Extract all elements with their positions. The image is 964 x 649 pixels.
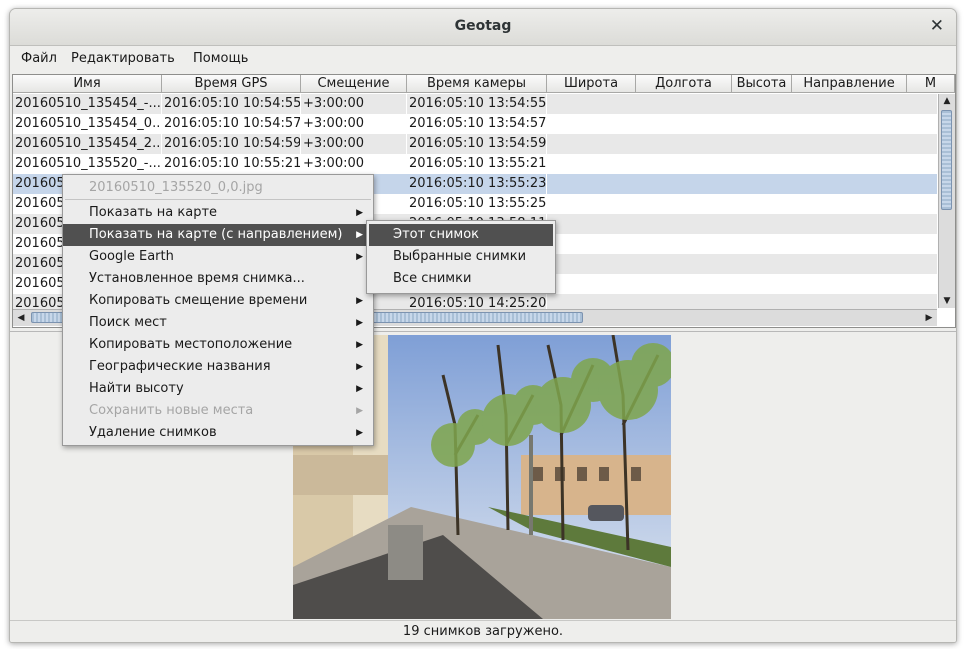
submenu-item-this-photo[interactable]: Этот снимок <box>369 224 553 246</box>
menu-item-label: Сохранить новые места <box>89 403 254 418</box>
cell-name: 20160510_135454_2... <box>13 134 162 154</box>
column-header-latitude[interactable]: Широта <box>547 75 636 93</box>
cell-gps-time: 2016:05:10 10:54:57 <box>162 114 301 134</box>
menu-item-show-on-map-direction[interactable]: Показать на карте (с направлением) ▶ <box>63 224 373 246</box>
menu-edit[interactable]: Редактировать <box>71 51 175 66</box>
column-header-altitude[interactable]: Высота <box>732 75 792 93</box>
submenu-item-selected-photos[interactable]: Выбранные снимки <box>369 246 553 268</box>
cell-name: 20160510_135454_0... <box>13 114 162 134</box>
cell-camera-time: 2016:05:10 13:54:59 <box>407 134 547 154</box>
window-title: Geotag <box>454 18 512 34</box>
menu-item-label: Установленное время снимка... <box>89 271 305 286</box>
menu-item-show-on-map[interactable]: Показать на карте ▶ <box>63 202 373 224</box>
status-bar: 19 снимков загружено. <box>10 620 956 642</box>
triangle-right-icon: ▶ <box>356 318 363 328</box>
cell-camera-time: 2016:05:10 14:25:20 <box>407 294 547 309</box>
table-row[interactable]: 20160510_135454_0... 2016:05:10 10:54:57… <box>13 114 937 134</box>
menu-item-geographic-names[interactable]: Географические названия ▶ <box>63 356 373 378</box>
cell-gps-time: 2016:05:10 10:54:59 <box>162 134 301 154</box>
menu-item-label: Удаление снимков <box>89 425 217 440</box>
menu-item-label: Показать на карте (с направлением) <box>89 227 343 242</box>
column-header-longitude[interactable]: Долгота <box>636 75 732 93</box>
cell-camera-time: 2016:05:10 13:55:25 <box>407 194 547 214</box>
cell-offset: +3:00:00 <box>301 134 407 154</box>
triangle-right-icon: ▶ <box>356 230 363 240</box>
column-header-gps-time[interactable]: Время GPS <box>162 75 301 93</box>
column-header-direction[interactable]: Направление <box>792 75 907 93</box>
triangle-right-icon: ▶ <box>356 362 363 372</box>
cell-name: 20160510_135454_-... <box>13 94 162 114</box>
triangle-right-icon: ▶ <box>356 208 363 218</box>
column-header-more[interactable]: М <box>907 75 955 93</box>
menu-item-search-places[interactable]: Поиск мест ▶ <box>63 312 373 334</box>
menu-item-save-new-places: Сохранить новые места ▶ <box>63 400 373 422</box>
vertical-scroll-thumb[interactable] <box>941 110 952 210</box>
triangle-right-icon: ▶ <box>356 406 363 416</box>
menu-item-copy-time-offset[interactable]: Копировать смещение времени ▶ <box>63 290 373 312</box>
cell-camera-time: 2016:05:10 13:55:21 <box>407 154 547 174</box>
triangle-left-icon[interactable]: ◀ <box>13 310 29 326</box>
table-row[interactable]: 20160510_135520_-... 2016:05:10 10:55:21… <box>13 154 937 174</box>
column-header-name[interactable]: Имя <box>13 75 162 93</box>
menu-item-set-photo-time[interactable]: Установленное время снимка... <box>63 268 373 290</box>
menu-item-find-altitude[interactable]: Найти высоту ▶ <box>63 378 373 400</box>
menu-item-label: Копировать смещение времени <box>89 293 308 308</box>
menu-item-delete-photos[interactable]: Удаление снимков ▶ <box>63 422 373 444</box>
menu-item-copy-location[interactable]: Копировать местоположение ▶ <box>63 334 373 356</box>
cell-gps-time: 2016:05:10 10:54:55 <box>162 94 301 114</box>
cell-offset: +3:00:00 <box>301 154 407 174</box>
menu-item-label: Поиск мест <box>89 315 167 330</box>
context-menu-header: 20160510_135520_0,0.jpg <box>89 180 263 195</box>
cell-gps-time: 2016:05:10 10:55:21 <box>162 154 301 174</box>
triangle-right-icon: ▶ <box>356 340 363 350</box>
menu-item-label: Найти высоту <box>89 381 184 396</box>
vertical-scrollbar[interactable]: ▲ ▼ <box>938 94 955 308</box>
cell-camera-time: 2016:05:10 13:54:57 <box>407 114 547 134</box>
cell-name: 20160510_135520_-... <box>13 154 162 174</box>
title-bar[interactable]: Geotag ✕ <box>10 9 956 46</box>
submenu: Этот снимок Выбранные снимки Все снимки <box>366 220 556 294</box>
triangle-right-icon[interactable]: ▶ <box>921 310 937 326</box>
context-menu: 20160510_135520_0,0.jpg Показать на карт… <box>62 174 374 446</box>
menu-item-label: Google Earth <box>89 249 174 264</box>
menu-help[interactable]: Помощь <box>193 51 248 66</box>
menu-file[interactable]: Файл <box>21 51 57 66</box>
menu-separator <box>65 199 371 200</box>
menu-item-label: Географические названия <box>89 359 271 374</box>
cell-camera-time: 2016:05:10 13:54:55 <box>407 94 547 114</box>
menu-item-google-earth[interactable]: Google Earth ▶ <box>63 246 373 268</box>
column-header-camera-time[interactable]: Время камеры <box>407 75 547 93</box>
column-header-offset[interactable]: Смещение <box>301 75 407 93</box>
triangle-right-icon: ▶ <box>356 384 363 394</box>
cell-offset: +3:00:00 <box>301 94 407 114</box>
triangle-right-icon: ▶ <box>356 428 363 438</box>
menu-item-label: Показать на карте <box>89 205 218 220</box>
triangle-right-icon: ▶ <box>356 252 363 262</box>
menu-item-label: Копировать местоположение <box>89 337 293 352</box>
triangle-up-icon[interactable]: ▲ <box>939 94 955 108</box>
triangle-down-icon[interactable]: ▼ <box>939 294 955 308</box>
table-row[interactable]: 20160510_135454_-... 2016:05:10 10:54:55… <box>13 94 937 114</box>
cell-camera-time: 2016:05:10 13:55:23 <box>407 174 547 194</box>
triangle-right-icon: ▶ <box>356 296 363 306</box>
submenu-item-all-photos[interactable]: Все снимки <box>369 268 553 290</box>
table-row[interactable]: 20160510_135454_2... 2016:05:10 10:54:59… <box>13 134 937 154</box>
close-icon[interactable]: ✕ <box>930 16 944 36</box>
cell-offset: +3:00:00 <box>301 114 407 134</box>
menu-bar: Файл Редактировать Помощь <box>10 46 956 72</box>
